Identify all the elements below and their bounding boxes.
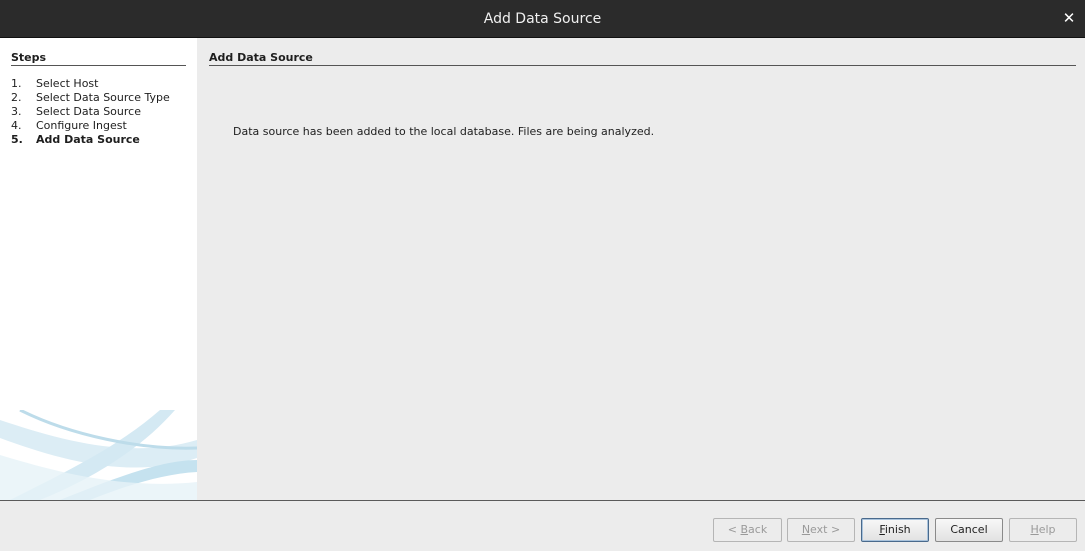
step-number: 5.: [11, 133, 23, 146]
step-number: 2.: [11, 91, 22, 104]
next-label-rest: ext >: [810, 523, 841, 536]
status-message: Data source has been added to the local …: [233, 125, 655, 138]
steps-header: Steps: [11, 51, 186, 66]
content-header: Add Data Source: [209, 51, 1076, 66]
step-item: 4. Configure Ingest: [11, 119, 170, 133]
next-button[interactable]: Next >: [787, 518, 855, 542]
step-item-current: 5. Add Data Source: [11, 133, 170, 147]
step-item: 2. Select Data Source Type: [11, 91, 170, 105]
swoosh-graphic: [0, 410, 197, 500]
step-number: 1.: [11, 77, 22, 90]
content-panel: Add Data Source Data source has been add…: [197, 38, 1085, 500]
step-label: Configure Ingest: [36, 119, 127, 132]
back-button[interactable]: < Back: [713, 518, 782, 542]
close-icon[interactable]: ✕: [1061, 9, 1077, 27]
help-label-rest: elp: [1038, 523, 1056, 536]
steps-panel: Steps 1. Select Host 2. Select Data Source…: [0, 38, 197, 500]
step-label: Select Host: [36, 77, 99, 90]
step-number: 4.: [11, 119, 22, 132]
step-number: 3.: [11, 105, 22, 118]
next-mnemonic: N: [801, 523, 811, 536]
back-label-pre: <: [727, 523, 741, 536]
help-button[interactable]: Help: [1009, 518, 1077, 542]
steps-list: 1. Select Host 2. Select Data Source Type …: [11, 77, 170, 147]
back-label-rest: ack: [748, 523, 768, 536]
step-item: 3. Select Data Source: [11, 105, 170, 119]
step-label: Add Data Source: [36, 133, 140, 146]
step-item: 1. Select Host: [11, 77, 170, 91]
finish-button[interactable]: Finish: [861, 518, 929, 542]
help-mnemonic: H: [1030, 523, 1039, 536]
cancel-button[interactable]: Cancel: [935, 518, 1003, 542]
dialog-titlebar: Add Data Source ✕: [0, 0, 1085, 38]
button-bar: < Back Next > Finish Cancel Help: [0, 500, 1085, 551]
step-label: Select Data Source: [36, 105, 141, 118]
dialog-title: Add Data Source: [483, 11, 602, 27]
back-mnemonic: B: [740, 523, 749, 536]
finish-label-rest: inish: [884, 523, 911, 536]
step-label: Select Data Source Type: [36, 91, 170, 104]
